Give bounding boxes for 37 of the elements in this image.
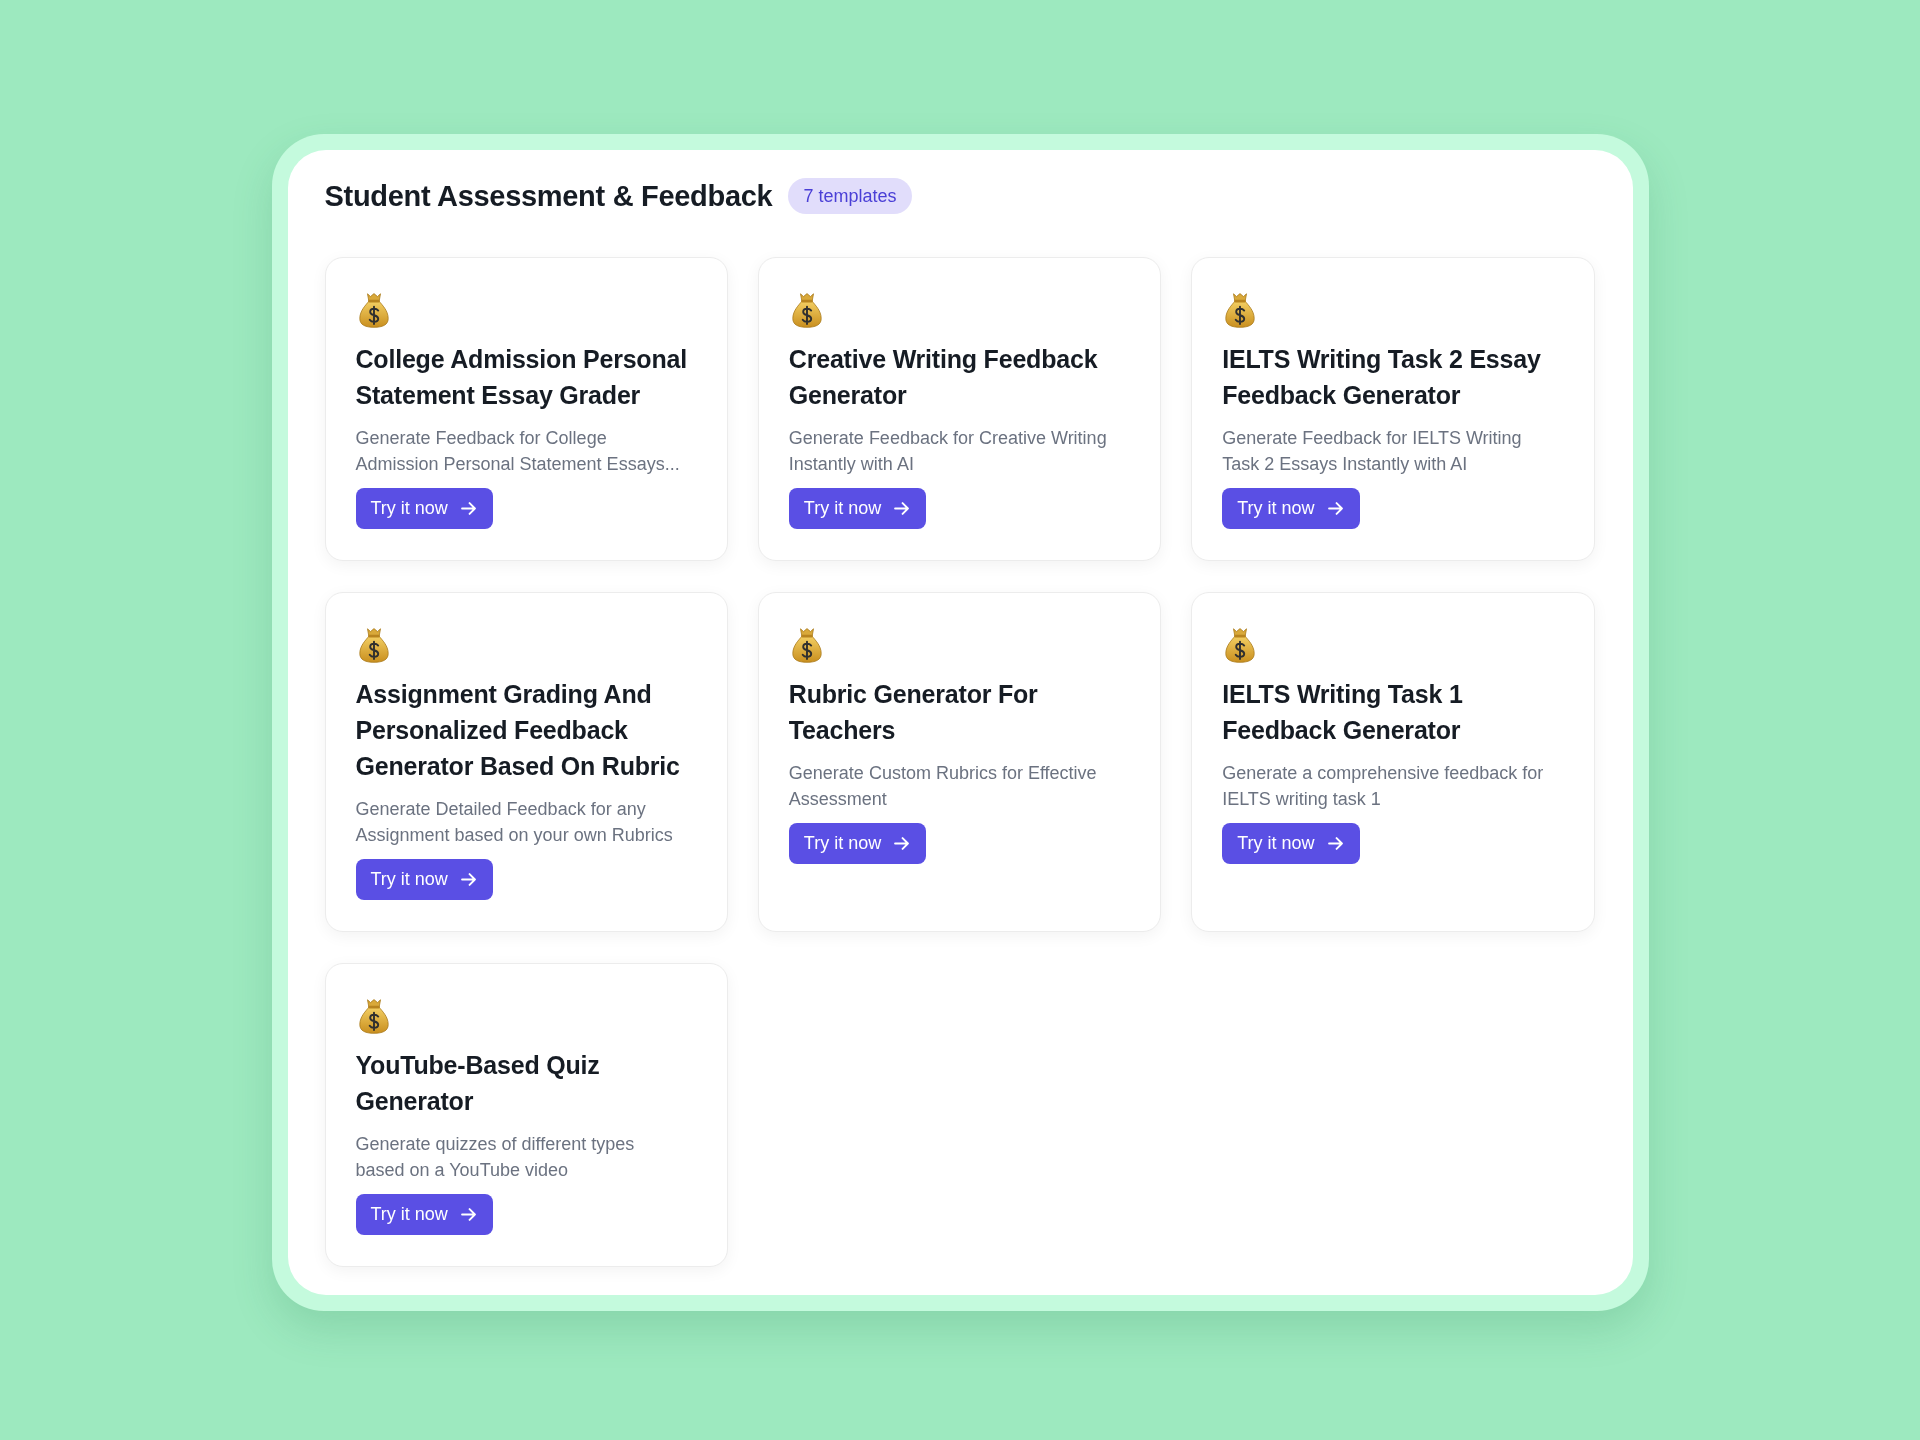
template-description: Generate a comprehensive feedback for IELTS writing task 1	[1222, 762, 1545, 811]
template-title: Assignment Grading And Personalized Feedback Generator Based On Rubric	[355, 679, 681, 782]
template-description: Generate Feedback for College Admission Personal Statement Essays...	[355, 427, 681, 476]
money-bag-icon	[1225, 293, 1256, 328]
template-title: IELTS Writing Task 1 Feedback Generator	[1222, 679, 1464, 746]
try-it-now-button[interactable]: Try it now	[355, 1194, 493, 1235]
money-bag-icon	[358, 999, 389, 1034]
money-bag-icon	[791, 293, 822, 328]
try-it-now-button[interactable]: Try it now	[1222, 488, 1360, 529]
template-description: Generate Custom Rubrics for Effective Assessment	[788, 762, 1098, 811]
template-title: College Admission Personal Statement Essay Grader	[355, 344, 688, 411]
money-bag-icon	[358, 293, 389, 328]
arrow-right-icon	[460, 1208, 476, 1221]
section-title: Student Assessment & Feedback	[324, 179, 773, 214]
template-title: Creative Writing Feedback Generator	[788, 344, 1099, 411]
template-description: Generate Feedback for Creative Writing Instantly with AI	[788, 427, 1108, 476]
template-description: Generate Feedback for IELTS Writing Task 2 Essays Instantly with AI	[1222, 427, 1523, 476]
money-bag-icon	[1225, 628, 1256, 663]
arrow-right-icon	[460, 502, 476, 515]
count-badge: 7 templates	[788, 178, 912, 214]
try-it-now-button[interactable]: Try it now	[355, 859, 493, 900]
template-title: YouTube-Based Quiz Generator	[355, 1050, 601, 1117]
template-title: Rubric Generator For Teachers	[788, 679, 1039, 746]
try-it-now-button[interactable]: Try it now	[788, 488, 927, 529]
arrow-right-icon	[894, 502, 910, 515]
template-title: IELTS Writing Task 2 Essay Feedback Generator	[1222, 344, 1542, 411]
money-bag-icon	[358, 628, 389, 663]
try-it-now-button[interactable]: Try it now	[788, 823, 927, 864]
template-description: Generate quizzes of different types based on a YouTube video	[355, 1133, 636, 1182]
try-it-now-button[interactable]: Try it now	[1222, 823, 1360, 864]
money-bag-icon	[791, 628, 822, 663]
try-it-now-button[interactable]: Try it now	[355, 488, 493, 529]
arrow-right-icon	[1327, 502, 1343, 515]
template-description: Generate Detailed Feedback for any Assignment based on your own Rubrics	[355, 798, 674, 847]
arrow-right-icon	[460, 873, 476, 886]
arrow-right-icon	[894, 837, 910, 850]
arrow-right-icon	[1327, 837, 1343, 850]
